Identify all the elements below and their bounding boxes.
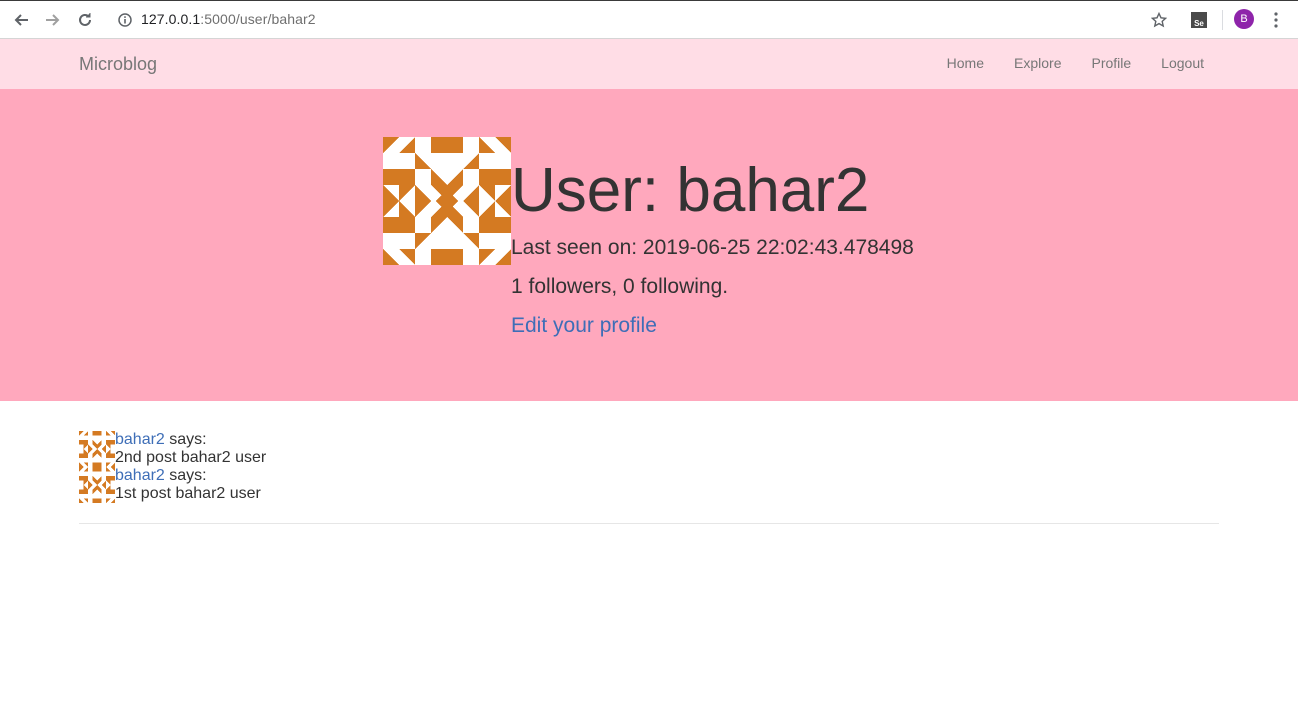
extension-label: Se bbox=[1194, 19, 1204, 28]
bookmark-button[interactable] bbox=[1148, 9, 1170, 31]
reload-icon bbox=[79, 13, 91, 26]
app-navbar: Microblog Home Explore Profile Logout bbox=[0, 39, 1298, 89]
list-item: bahar2 says: 1st post bahar2 user bbox=[79, 467, 1219, 503]
url-path: :5000/user/bahar2 bbox=[200, 11, 316, 27]
star-icon bbox=[1151, 12, 1167, 28]
post-says: says: bbox=[164, 467, 207, 484]
post-list: bahar2 says: 2nd post bahar2 user bahar2… bbox=[79, 431, 1219, 503]
url-host: 127.0.0.1 bbox=[141, 11, 201, 27]
toolbar-divider bbox=[1222, 10, 1223, 30]
back-button[interactable] bbox=[10, 9, 32, 31]
nav-links: Home Explore Profile Logout bbox=[932, 55, 1219, 71]
profile-initial: B bbox=[1240, 13, 1248, 25]
nav-profile[interactable]: Profile bbox=[1076, 55, 1146, 71]
info-icon bbox=[118, 13, 132, 27]
extension-button[interactable]: Se bbox=[1188, 9, 1210, 31]
post-header: bahar2 says: bbox=[115, 431, 207, 449]
post-body: 1st post bahar2 user bbox=[115, 485, 261, 502]
profile-avatar-button[interactable]: B bbox=[1234, 9, 1254, 29]
post-author-link[interactable]: bahar2 bbox=[115, 467, 165, 484]
profile-header: User: bahar2 Last seen on: 2019-06-25 22… bbox=[0, 89, 1298, 401]
nav-logout[interactable]: Logout bbox=[1146, 55, 1219, 71]
followers-text: 1 followers, 0 following. bbox=[511, 275, 729, 298]
post-says: says: bbox=[164, 431, 207, 448]
site-info-button[interactable] bbox=[114, 9, 136, 31]
forward-arrow-icon bbox=[46, 14, 60, 26]
browser-toolbar: 127.0.0.1:5000/user/bahar2 Se B bbox=[0, 0, 1298, 39]
user-identicon-small bbox=[79, 467, 115, 503]
menu-button[interactable] bbox=[1265, 9, 1287, 31]
nav-home[interactable]: Home bbox=[932, 55, 999, 71]
extension-icon: Se bbox=[1191, 12, 1207, 28]
post-author-link[interactable]: bahar2 bbox=[115, 431, 165, 448]
kebab-menu-icon bbox=[1274, 12, 1278, 28]
nav-explore[interactable]: Explore bbox=[999, 55, 1076, 71]
forward-button[interactable] bbox=[42, 9, 64, 31]
divider bbox=[79, 523, 1219, 524]
edit-profile-link[interactable]: Edit your profile bbox=[511, 314, 657, 338]
user-identicon-small bbox=[79, 431, 115, 467]
list-item: bahar2 says: 2nd post bahar2 user bbox=[79, 431, 1219, 467]
brand-link[interactable]: Microblog bbox=[79, 54, 157, 75]
address-bar[interactable]: 127.0.0.1:5000/user/bahar2 bbox=[141, 11, 316, 27]
post-body: 2nd post bahar2 user bbox=[115, 449, 267, 466]
reload-button[interactable] bbox=[74, 9, 96, 31]
last-seen-text: Last seen on: 2019-06-25 22:02:43.478498 bbox=[511, 236, 914, 259]
window-edge bbox=[0, 0, 1298, 1]
back-arrow-icon bbox=[14, 14, 28, 26]
user-identicon-large bbox=[383, 137, 511, 265]
page-title: User: bahar2 bbox=[511, 156, 870, 225]
post-header: bahar2 says: bbox=[115, 467, 207, 485]
